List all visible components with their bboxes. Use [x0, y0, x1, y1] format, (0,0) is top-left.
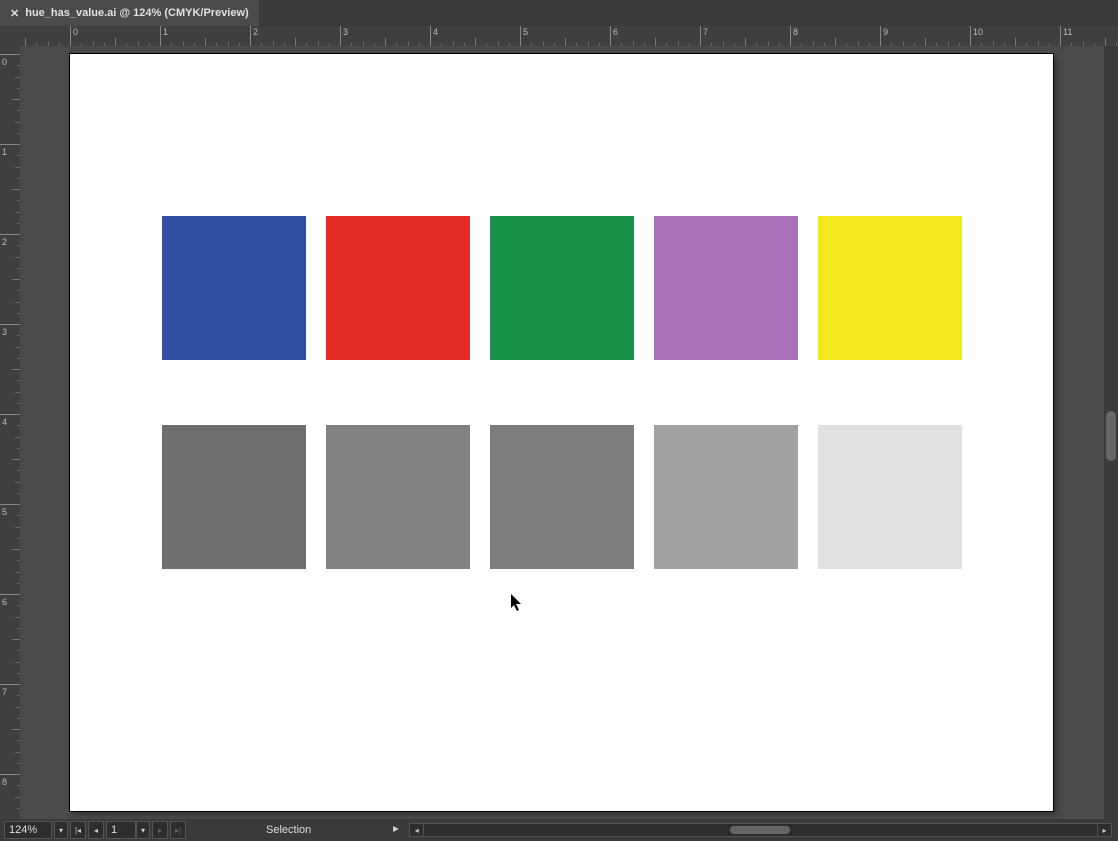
ruler-v-label: 5: [2, 507, 7, 517]
color-swatch[interactable]: [654, 216, 798, 360]
horizontal-ruler[interactable]: 0 1 2 3 4 5 6 7 8 9 10 11: [0, 26, 1118, 46]
last-artboard-button[interactable]: ▸|: [170, 821, 186, 839]
status-bar: ▾ |◂ ◂ ▾ ▸ ▸| Selection ◂ ▸: [0, 819, 1118, 841]
ruler-origin[interactable]: [0, 26, 20, 46]
ruler-v-label: 3: [2, 327, 7, 337]
vertical-scrollbar[interactable]: [1104, 46, 1118, 819]
ruler-h-label: 2: [253, 27, 258, 37]
zoom-input[interactable]: [4, 821, 52, 839]
artboard-dropdown[interactable]: ▾: [136, 821, 150, 839]
status-popup-icon[interactable]: [391, 824, 403, 836]
gray-swatch[interactable]: [326, 425, 470, 569]
ruler-v-label: 1: [2, 147, 7, 157]
horizontal-scroll-thumb[interactable]: [730, 826, 790, 834]
gray-swatch[interactable]: [162, 425, 306, 569]
ruler-v-label: 2: [2, 237, 7, 247]
ruler-v-label: 4: [2, 417, 7, 427]
ruler-h-label: 4: [433, 27, 438, 37]
ruler-h-label: 0: [73, 27, 78, 37]
vertical-ruler[interactable]: 0 1 2 3 4 5 6 7 8: [0, 26, 20, 819]
gray-swatch[interactable]: [490, 425, 634, 569]
close-icon[interactable]: ✕: [10, 7, 19, 20]
color-swatch[interactable]: [490, 216, 634, 360]
document-title: hue_has_value.ai @ 124% (CMYK/Preview): [25, 7, 249, 19]
gray-swatch[interactable]: [654, 425, 798, 569]
ruler-v-label: 0: [2, 57, 7, 67]
horizontal-scrollbar[interactable]: ◂ ▸: [409, 823, 1112, 837]
current-tool-label: Selection: [266, 824, 311, 836]
ruler-h-label: 5: [523, 27, 528, 37]
scroll-right-icon[interactable]: ▸: [1097, 824, 1111, 836]
ruler-h-label: 1: [163, 27, 168, 37]
prev-artboard-button[interactable]: ◂: [88, 821, 104, 839]
artboard[interactable]: [70, 54, 1053, 811]
ruler-h-label: 9: [883, 27, 888, 37]
artboard-number-input[interactable]: [106, 821, 136, 839]
ruler-h-label: 7: [703, 27, 708, 37]
ruler-h-label: 11: [1063, 27, 1072, 37]
ruler-v-label: 8: [2, 777, 7, 787]
ruler-v-label: 6: [2, 597, 7, 607]
next-artboard-button[interactable]: ▸: [152, 821, 168, 839]
zoom-dropdown[interactable]: ▾: [54, 821, 68, 839]
ruler-h-label: 6: [613, 27, 618, 37]
color-swatch[interactable]: [162, 216, 306, 360]
ruler-h-label: 3: [343, 27, 348, 37]
canvas-area[interactable]: [20, 46, 1104, 819]
ruler-h-label: 10: [973, 27, 983, 37]
scroll-left-icon[interactable]: ◂: [410, 824, 424, 836]
ruler-h-label: 8: [793, 27, 798, 37]
color-swatch[interactable]: [818, 216, 962, 360]
selection-cursor-icon: [511, 594, 523, 612]
color-swatch[interactable]: [326, 216, 470, 360]
gray-swatch[interactable]: [818, 425, 962, 569]
ruler-v-label: 7: [2, 687, 7, 697]
vertical-scroll-thumb[interactable]: [1106, 411, 1116, 461]
first-artboard-button[interactable]: |◂: [70, 821, 86, 839]
document-tab[interactable]: ✕ hue_has_value.ai @ 124% (CMYK/Preview): [0, 0, 259, 26]
document-tab-bar: ✕ hue_has_value.ai @ 124% (CMYK/Preview): [0, 0, 1118, 26]
